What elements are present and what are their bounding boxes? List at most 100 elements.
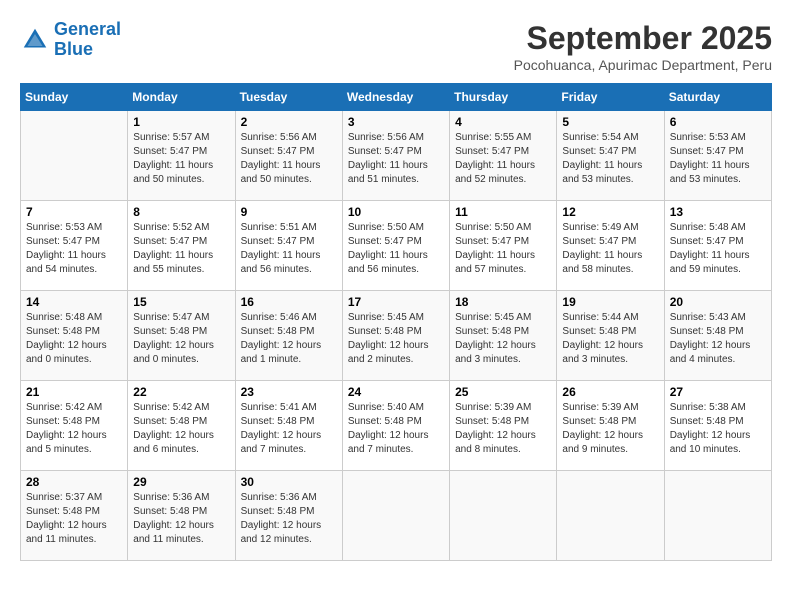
calendar-cell: 25Sunrise: 5:39 AM Sunset: 5:48 PM Dayli… bbox=[450, 381, 557, 471]
day-number: 17 bbox=[348, 295, 444, 309]
day-header-friday: Friday bbox=[557, 84, 664, 111]
day-detail: Sunrise: 5:50 AM Sunset: 5:47 PM Dayligh… bbox=[455, 221, 551, 277]
title-block: September 2025 Pocohuanca, Apurimac Depa… bbox=[514, 20, 772, 73]
calendar-cell: 19 Sunrise: 5:44 AM Sunset: 5:48 PM Dayli… bbox=[557, 291, 664, 381]
day-detail: Sunrise: 5:43 AM Sunset: 5:48 PM Dayligh… bbox=[670, 311, 766, 367]
day-detail: Sunrise: 5:50 AM Sunset: 5:47 PM Dayligh… bbox=[348, 221, 444, 277]
calendar-cell: 7 Sunrise: 5:53 AM Sunset: 5:47 PM Daylig… bbox=[21, 201, 128, 291]
calendar-cell: 6 Sunrise: 5:53 AM Sunset: 5:47 PM Daylig… bbox=[664, 111, 771, 201]
calendar-cell: 28 Sunrise: 5:37 AM Sunset: 5:48 PM Dayli… bbox=[21, 471, 128, 561]
day-number: 1 bbox=[133, 115, 229, 129]
calendar-cell: 10 Sunrise: 5:50 AM Sunset: 5:47 PM Dayli… bbox=[342, 201, 449, 291]
calendar-cell: 17 Sunrise: 5:45 AM Sunset: 5:48 PM Dayli… bbox=[342, 291, 449, 381]
day-header-thursday: Thursday bbox=[450, 84, 557, 111]
day-detail: Sunrise: 5:52 AM Sunset: 5:47 PM Dayligh… bbox=[133, 221, 229, 277]
day-number: 20 bbox=[670, 295, 766, 309]
day-number: 6 bbox=[670, 115, 766, 129]
day-detail: Sunrise: 5:42 AM Sunset: 5:48 PM Dayligh… bbox=[133, 401, 229, 457]
calendar-cell: 26Sunrise: 5:39 AM Sunset: 5:48 PM Dayli… bbox=[557, 381, 664, 471]
day-detail: Sunrise: 5:41 AM Sunset: 5:48 PM Dayligh… bbox=[241, 401, 337, 457]
calendar-cell: 14 Sunrise: 5:48 AM Sunset: 5:48 PM Dayli… bbox=[21, 291, 128, 381]
day-number: 3 bbox=[348, 115, 444, 129]
logo-line2: Blue bbox=[54, 39, 93, 59]
day-detail: Sunrise: 5:57 AM Sunset: 5:47 PM Dayligh… bbox=[133, 131, 229, 187]
day-detail: Sunrise: 5:46 AM Sunset: 5:48 PM Dayligh… bbox=[241, 311, 337, 367]
calendar-cell: 11Sunrise: 5:50 AM Sunset: 5:47 PM Dayli… bbox=[450, 201, 557, 291]
day-detail: Sunrise: 5:56 AM Sunset: 5:47 PM Dayligh… bbox=[348, 131, 444, 187]
month-title: September 2025 bbox=[514, 20, 772, 57]
day-detail: Sunrise: 5:44 AM Sunset: 5:48 PM Dayligh… bbox=[562, 311, 658, 367]
day-detail: Sunrise: 5:48 AM Sunset: 5:48 PM Dayligh… bbox=[26, 311, 122, 367]
calendar-cell: 18Sunrise: 5:45 AM Sunset: 5:48 PM Dayli… bbox=[450, 291, 557, 381]
day-detail: Sunrise: 5:48 AM Sunset: 5:47 PM Dayligh… bbox=[670, 221, 766, 277]
calendar-cell: 29 Sunrise: 5:36 AM Sunset: 5:48 PM Dayli… bbox=[128, 471, 235, 561]
day-detail: Sunrise: 5:54 AM Sunset: 5:47 PM Dayligh… bbox=[562, 131, 658, 187]
day-detail: Sunrise: 5:47 AM Sunset: 5:48 PM Dayligh… bbox=[133, 311, 229, 367]
days-header-row: SundayMondayTuesdayWednesdayThursdayFrid… bbox=[21, 84, 772, 111]
logo-line1: General bbox=[54, 19, 121, 39]
calendar-table: SundayMondayTuesdayWednesdayThursdayFrid… bbox=[20, 83, 772, 561]
day-header-wednesday: Wednesday bbox=[342, 84, 449, 111]
calendar-cell bbox=[21, 111, 128, 201]
logo: General Blue bbox=[20, 20, 121, 60]
day-detail: Sunrise: 5:39 AM Sunset: 5:48 PM Dayligh… bbox=[562, 401, 658, 457]
day-header-monday: Monday bbox=[128, 84, 235, 111]
day-number: 23 bbox=[241, 385, 337, 399]
day-number: 28 bbox=[26, 475, 122, 489]
calendar-cell bbox=[342, 471, 449, 561]
day-header-saturday: Saturday bbox=[664, 84, 771, 111]
day-number: 4 bbox=[455, 115, 551, 129]
day-detail: Sunrise: 5:36 AM Sunset: 5:48 PM Dayligh… bbox=[133, 491, 229, 547]
calendar-cell: 13 Sunrise: 5:48 AM Sunset: 5:47 PM Dayli… bbox=[664, 201, 771, 291]
day-number: 27 bbox=[670, 385, 766, 399]
day-detail: Sunrise: 5:53 AM Sunset: 5:47 PM Dayligh… bbox=[26, 221, 122, 277]
day-detail: Sunrise: 5:37 AM Sunset: 5:48 PM Dayligh… bbox=[26, 491, 122, 547]
day-number: 14 bbox=[26, 295, 122, 309]
calendar-cell bbox=[557, 471, 664, 561]
day-number: 8 bbox=[133, 205, 229, 219]
calendar-cell: 27Sunrise: 5:38 AM Sunset: 5:48 PM Dayli… bbox=[664, 381, 771, 471]
logo-text: General Blue bbox=[54, 20, 121, 60]
day-number: 29 bbox=[133, 475, 229, 489]
day-number: 16 bbox=[241, 295, 337, 309]
calendar-cell: 20 Sunrise: 5:43 AM Sunset: 5:48 PM Dayli… bbox=[664, 291, 771, 381]
day-detail: Sunrise: 5:45 AM Sunset: 5:48 PM Dayligh… bbox=[348, 311, 444, 367]
day-detail: Sunrise: 5:51 AM Sunset: 5:47 PM Dayligh… bbox=[241, 221, 337, 277]
day-number: 9 bbox=[241, 205, 337, 219]
day-number: 18 bbox=[455, 295, 551, 309]
week-row-1: 1 Sunrise: 5:57 AM Sunset: 5:47 PM Daylig… bbox=[21, 111, 772, 201]
calendar-cell: 21Sunrise: 5:42 AM Sunset: 5:48 PM Dayli… bbox=[21, 381, 128, 471]
header: General Blue September 2025 Pocohuanca, … bbox=[20, 20, 772, 73]
calendar-cell: 5 Sunrise: 5:54 AM Sunset: 5:47 PM Daylig… bbox=[557, 111, 664, 201]
week-row-5: 28 Sunrise: 5:37 AM Sunset: 5:48 PM Dayli… bbox=[21, 471, 772, 561]
day-number: 7 bbox=[26, 205, 122, 219]
logo-icon bbox=[20, 25, 50, 55]
day-header-tuesday: Tuesday bbox=[235, 84, 342, 111]
day-detail: Sunrise: 5:36 AM Sunset: 5:48 PM Dayligh… bbox=[241, 491, 337, 547]
calendar-cell bbox=[664, 471, 771, 561]
day-number: 15 bbox=[133, 295, 229, 309]
calendar-cell: 24Sunrise: 5:40 AM Sunset: 5:48 PM Dayli… bbox=[342, 381, 449, 471]
calendar-cell: 12 Sunrise: 5:49 AM Sunset: 5:47 PM Dayli… bbox=[557, 201, 664, 291]
calendar-cell: 3 Sunrise: 5:56 AM Sunset: 5:47 PM Daylig… bbox=[342, 111, 449, 201]
location-subtitle: Pocohuanca, Apurimac Department, Peru bbox=[514, 57, 772, 73]
calendar-cell: 8 Sunrise: 5:52 AM Sunset: 5:47 PM Daylig… bbox=[128, 201, 235, 291]
calendar-cell: 30 Sunrise: 5:36 AM Sunset: 5:48 PM Dayli… bbox=[235, 471, 342, 561]
day-number: 2 bbox=[241, 115, 337, 129]
calendar-cell: 9 Sunrise: 5:51 AM Sunset: 5:47 PM Daylig… bbox=[235, 201, 342, 291]
day-number: 22 bbox=[133, 385, 229, 399]
day-number: 12 bbox=[562, 205, 658, 219]
day-detail: Sunrise: 5:49 AM Sunset: 5:47 PM Dayligh… bbox=[562, 221, 658, 277]
day-detail: Sunrise: 5:53 AM Sunset: 5:47 PM Dayligh… bbox=[670, 131, 766, 187]
day-number: 5 bbox=[562, 115, 658, 129]
day-number: 19 bbox=[562, 295, 658, 309]
day-number: 30 bbox=[241, 475, 337, 489]
day-number: 13 bbox=[670, 205, 766, 219]
calendar-cell: 22 Sunrise: 5:42 AM Sunset: 5:48 PM Dayli… bbox=[128, 381, 235, 471]
calendar-cell: 1 Sunrise: 5:57 AM Sunset: 5:47 PM Daylig… bbox=[128, 111, 235, 201]
calendar-cell: 2Sunrise: 5:56 AM Sunset: 5:47 PM Daylig… bbox=[235, 111, 342, 201]
calendar-cell: 4Sunrise: 5:55 AM Sunset: 5:47 PM Daylig… bbox=[450, 111, 557, 201]
calendar-cell bbox=[450, 471, 557, 561]
calendar-cell: 23 Sunrise: 5:41 AM Sunset: 5:48 PM Dayli… bbox=[235, 381, 342, 471]
day-number: 10 bbox=[348, 205, 444, 219]
